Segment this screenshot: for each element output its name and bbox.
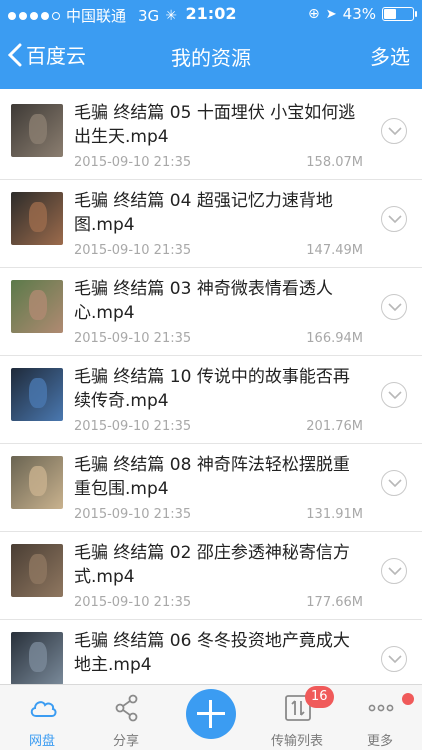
file-date: 2015-09-10 21:35 <box>74 419 192 434</box>
status-bar: 中国联通 3G ✳ 21:02 ⊕ ➤ 43% <box>0 0 422 28</box>
file-row[interactable]: 毛骗 终结篇 06 冬冬投资地产竟成大地主.mp4 <box>0 620 422 684</box>
row-expand-button[interactable] <box>381 558 407 584</box>
file-name: 毛骗 终结篇 08 神奇阵法轻松摆脱重重包围.mp4 <box>74 455 350 499</box>
video-thumbnail <box>11 280 63 333</box>
file-size: 158.07M <box>306 155 363 170</box>
video-thumbnail <box>11 456 63 509</box>
file-size: 147.49M <box>306 243 363 258</box>
file-name: 毛骗 终结篇 05 十面埋伏 小宝如何逃出生天.mp4 <box>74 103 356 147</box>
file-row[interactable]: 毛骗 终结篇 10 传说中的故事能否再续传奇.mp4 2015-09-10 21… <box>0 356 422 444</box>
navigation-bar: 百度云 我的资源 多选 <box>0 28 422 89</box>
tab-bar: 网盘 分享 传输列表 16 更多 <box>0 684 422 750</box>
video-thumbnail <box>11 368 63 421</box>
file-size: 177.66M <box>306 595 363 610</box>
row-expand-button[interactable] <box>381 118 407 144</box>
chevron-down-icon <box>388 479 402 488</box>
notification-dot <box>402 693 414 705</box>
file-list: 毛骗 终结篇 05 十面埋伏 小宝如何逃出生天.mp4 2015-09-10 2… <box>0 89 422 684</box>
video-thumbnail <box>11 192 63 245</box>
tab-more-label: 更多 <box>366 734 393 749</box>
chevron-down-icon <box>388 391 402 400</box>
file-date: 2015-09-10 21:35 <box>74 507 192 522</box>
tab-transfer-label: 传输列表 <box>270 734 323 749</box>
file-date: 2015-09-10 21:35 <box>74 595 192 610</box>
file-row[interactable]: 毛骗 终结篇 05 十面埋伏 小宝如何逃出生天.mp4 2015-09-10 2… <box>0 92 422 180</box>
file-date: 2015-09-10 21:35 <box>74 155 192 170</box>
video-thumbnail <box>11 544 63 597</box>
cloud-icon <box>30 701 57 717</box>
file-date: 2015-09-10 21:35 <box>74 243 192 258</box>
battery-icon <box>382 7 417 21</box>
file-name: 毛骗 终结篇 10 传说中的故事能否再续传奇.mp4 <box>74 367 350 411</box>
top-bar: 中国联通 3G ✳ 21:02 ⊕ ➤ 43% 百度云 我的资源 多选 <box>0 0 422 89</box>
row-expand-button[interactable] <box>381 382 407 408</box>
file-row[interactable]: 毛骗 终结篇 08 神奇阵法轻松摆脱重重包围.mp4 2015-09-10 21… <box>0 444 422 532</box>
transfer-count-badge: 16 <box>305 686 334 708</box>
multi-select-button[interactable]: 多选 <box>370 41 410 70</box>
chevron-down-icon <box>388 655 402 664</box>
row-expand-button[interactable] <box>381 206 407 232</box>
chevron-down-icon <box>388 303 402 312</box>
battery-percent: 43% <box>342 5 376 23</box>
row-expand-button[interactable] <box>381 470 407 496</box>
file-row[interactable]: 毛骗 终结篇 02 邵庄参透神秘寄信方式.mp4 2015-09-10 21:3… <box>0 532 422 620</box>
tab-share[interactable]: 分享 <box>84 685 168 750</box>
file-name: 毛骗 终结篇 02 邵庄参透神秘寄信方式.mp4 <box>74 543 350 587</box>
upload-plus-button[interactable] <box>186 689 236 739</box>
file-name: 毛骗 终结篇 03 神奇微表情看透人心.mp4 <box>74 279 333 323</box>
location-icon: ➤ <box>325 6 337 22</box>
file-name: 毛骗 终结篇 04 超强记忆力速背地图.mp4 <box>74 191 333 235</box>
file-name: 毛骗 终结篇 06 冬冬投资地产竟成大地主.mp4 <box>74 631 350 675</box>
share-icon <box>115 694 138 722</box>
chevron-down-icon <box>388 127 402 136</box>
row-expand-button[interactable] <box>381 646 407 672</box>
file-row[interactable]: 毛骗 终结篇 04 超强记忆力速背地图.mp4 2015-09-10 21:35… <box>0 180 422 268</box>
tab-share-label: 分享 <box>112 734 139 749</box>
tab-netdisk-label: 网盘 <box>28 734 55 749</box>
file-size: 201.76M <box>306 419 363 434</box>
video-thumbnail <box>11 632 63 684</box>
rotation-lock-icon: ⊕ <box>308 6 320 22</box>
file-row[interactable]: 毛骗 终结篇 03 神奇微表情看透人心.mp4 2015-09-10 21:35… <box>0 268 422 356</box>
more-dots-icon <box>368 704 394 712</box>
chevron-down-icon <box>388 215 402 224</box>
page-title: 我的资源 <box>171 46 251 70</box>
row-expand-button[interactable] <box>381 294 407 320</box>
tab-netdisk[interactable]: 网盘 <box>0 685 84 750</box>
video-thumbnail <box>11 104 63 157</box>
file-date: 2015-09-10 21:35 <box>74 331 192 346</box>
file-size: 131.91M <box>306 507 363 522</box>
chevron-down-icon <box>388 567 402 576</box>
file-size: 166.94M <box>306 331 363 346</box>
